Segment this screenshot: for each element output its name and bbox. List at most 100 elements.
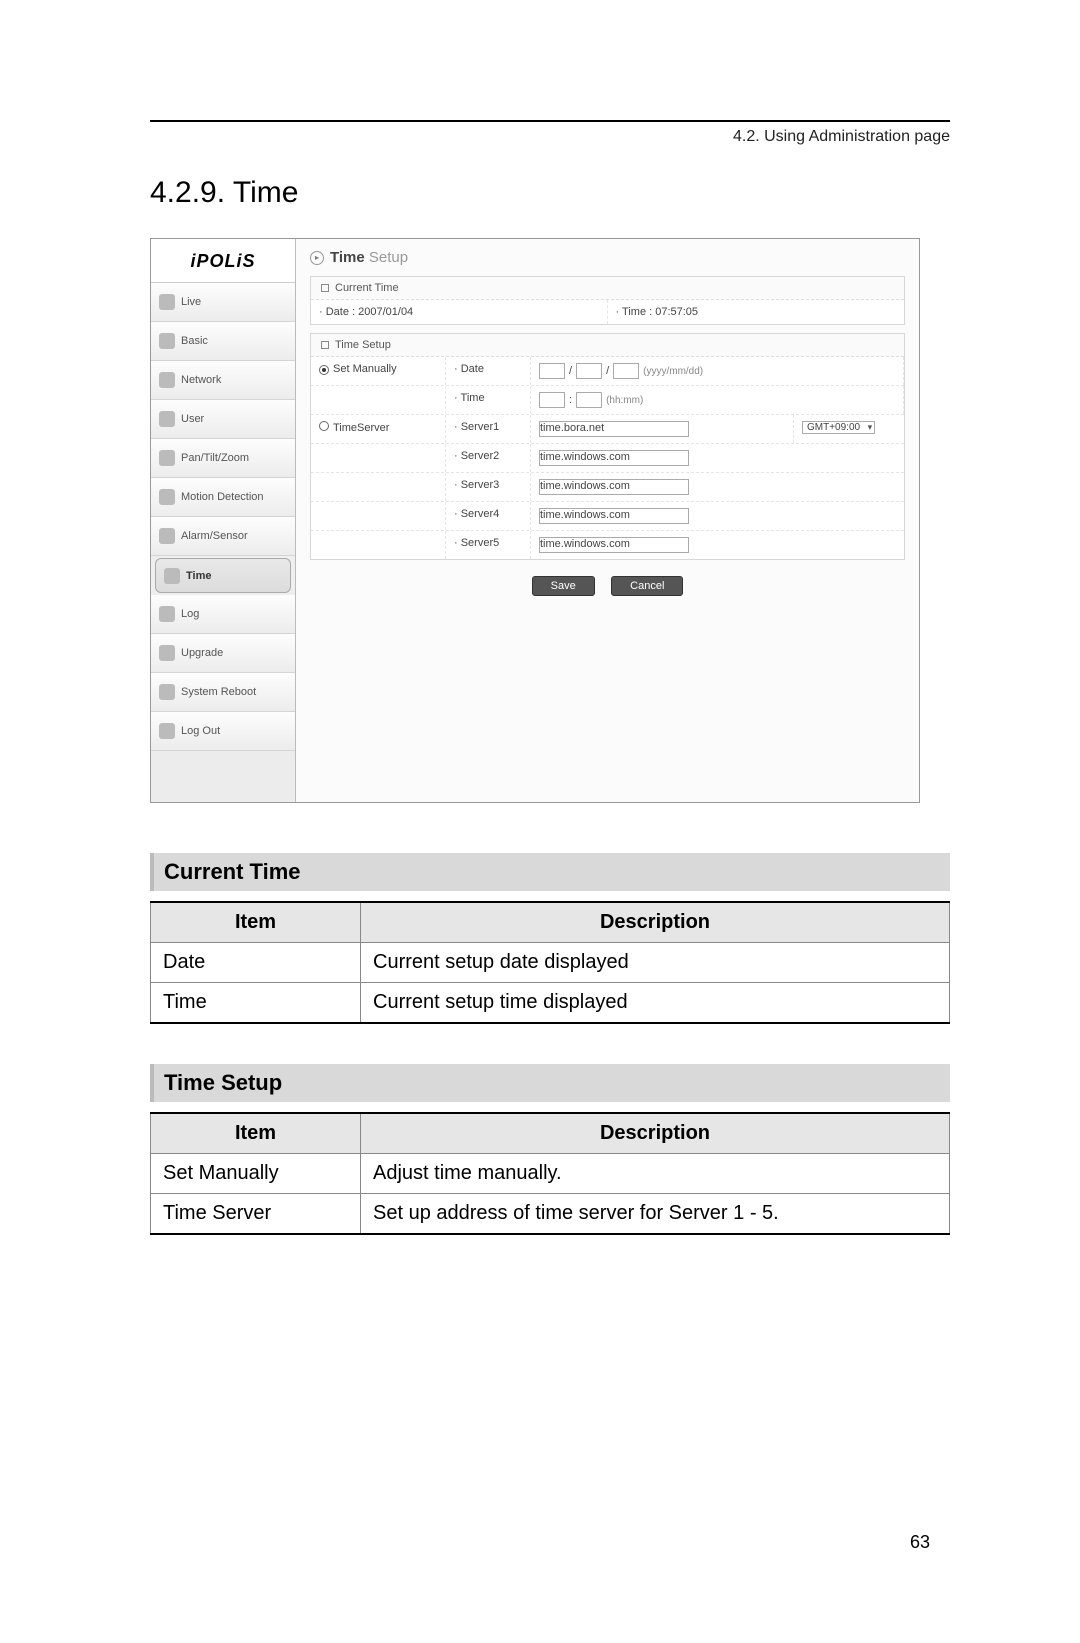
time-setup-heading-text: Time Setup	[335, 339, 391, 351]
table-row: Time Server Set up address of time serve…	[151, 1194, 950, 1235]
sidebar-item-label: Log Out	[181, 725, 220, 737]
timeserver-radio-cell[interactable]: TimeServer	[311, 415, 446, 443]
server2-input[interactable]: time.windows.com	[539, 450, 689, 466]
date-day-input[interactable]	[613, 363, 639, 379]
log-icon	[159, 606, 175, 622]
time-setup-table: Item Description Set Manually Adjust tim…	[150, 1112, 950, 1235]
sidebar-item-label: Upgrade	[181, 647, 223, 659]
user-icon	[159, 411, 175, 427]
upgrade-icon	[159, 645, 175, 661]
network-icon	[159, 372, 175, 388]
sidebar-item-label: Basic	[181, 335, 208, 347]
set-manually-label: Set Manually	[333, 363, 397, 375]
time-setup-panel: Time Setup Set Manually · Date / / (yyyy…	[310, 333, 905, 560]
server4-input[interactable]: time.windows.com	[539, 508, 689, 524]
server3-input[interactable]: time.windows.com	[539, 479, 689, 495]
server1-label: · Server1	[446, 415, 531, 443]
th-item: Item	[151, 1113, 361, 1154]
page-number: 63	[910, 1532, 930, 1553]
sidebar-item-label: User	[181, 413, 204, 425]
server5-label: · Server5	[446, 531, 531, 559]
reboot-icon	[159, 684, 175, 700]
th-item: Item	[151, 902, 361, 943]
radio-set-manually[interactable]	[319, 365, 329, 375]
sidebar-item-motion[interactable]: Motion Detection	[151, 478, 295, 517]
date-month-input[interactable]	[576, 363, 602, 379]
sidebar-item-label: Network	[181, 374, 221, 386]
current-time-table: Item Description Date Current setup date…	[150, 901, 950, 1024]
sidebar-item-label: Alarm/Sensor	[181, 530, 248, 542]
sidebar-item-time[interactable]: Time	[155, 558, 291, 593]
time-icon	[164, 568, 180, 584]
date-year-input[interactable]	[539, 363, 565, 379]
page-title-strong: Time	[330, 249, 365, 266]
sidebar-item-alarm[interactable]: Alarm/Sensor	[151, 517, 295, 556]
sidebar-item-label: Pan/Tilt/Zoom	[181, 452, 249, 464]
empty-cell	[311, 444, 446, 472]
logo: iPOLiS	[151, 239, 295, 283]
sidebar-item-logout[interactable]: Log Out	[151, 712, 295, 751]
timeserver-label: TimeServer	[333, 422, 389, 434]
basic-icon	[159, 333, 175, 349]
td-item: Time Server	[151, 1194, 361, 1235]
server2-label: · Server2	[446, 444, 531, 472]
time-setup-subhead: Time Setup	[150, 1064, 950, 1102]
sidebar-item-reboot[interactable]: System Reboot	[151, 673, 295, 712]
sidebar-item-ptz[interactable]: Pan/Tilt/Zoom	[151, 439, 295, 478]
td-desc: Current setup time displayed	[361, 983, 950, 1024]
section-title: 4.2.9. Time	[150, 176, 950, 210]
sidebar: iPOLiS Live Basic Network User Pan/Tilt/…	[151, 239, 296, 802]
sidebar-item-label: Live	[181, 296, 201, 308]
td-desc: Adjust time manually.	[361, 1154, 950, 1194]
sidebar-item-basic[interactable]: Basic	[151, 322, 295, 361]
set-manually-radio-cell[interactable]: Set Manually	[311, 357, 446, 385]
empty-cell	[311, 502, 446, 530]
tz-select[interactable]: GMT+09:00	[802, 421, 875, 434]
table-row: Date Current setup date displayed	[151, 943, 950, 983]
time-hour-input[interactable]	[539, 392, 565, 408]
running-header: 4.2. Using Administration page	[150, 128, 950, 146]
sidebar-item-label: System Reboot	[181, 686, 256, 698]
page-title-light: Setup	[369, 249, 408, 266]
save-button[interactable]: Save	[532, 576, 595, 596]
current-time-heading: Current Time	[311, 277, 904, 300]
current-time-value: · Time : 07:57:05	[608, 300, 905, 324]
sidebar-item-label: Time	[186, 570, 211, 582]
radio-timeserver[interactable]	[319, 421, 329, 431]
sidebar-item-live[interactable]: Live	[151, 283, 295, 322]
sidebar-item-user[interactable]: User	[151, 400, 295, 439]
server1-input[interactable]: time.bora.net	[539, 421, 689, 437]
top-rule	[150, 120, 950, 122]
live-icon	[159, 294, 175, 310]
server3-label: · Server3	[446, 473, 531, 501]
current-time-subhead: Current Time	[150, 853, 950, 891]
cancel-button[interactable]: Cancel	[611, 576, 683, 596]
sidebar-item-network[interactable]: Network	[151, 361, 295, 400]
current-date-value: · Date : 2007/01/04	[311, 300, 608, 324]
ptz-icon	[159, 450, 175, 466]
alarm-icon	[159, 528, 175, 544]
square-icon	[321, 284, 329, 292]
th-desc: Description	[361, 1113, 950, 1154]
logout-icon	[159, 723, 175, 739]
time-hint: (hh:mm)	[606, 395, 643, 406]
date-hint: (yyyy/mm/dd)	[643, 366, 703, 377]
sidebar-item-log[interactable]: Log	[151, 595, 295, 634]
square-icon	[321, 341, 329, 349]
table-row: Time Current setup time displayed	[151, 983, 950, 1024]
td-desc: Set up address of time server for Server…	[361, 1194, 950, 1235]
server4-label: · Server4	[446, 502, 531, 530]
current-time-panel: Current Time · Date : 2007/01/04 · Time …	[310, 276, 905, 325]
empty-cell	[311, 473, 446, 501]
empty-cell	[311, 531, 446, 559]
sidebar-item-upgrade[interactable]: Upgrade	[151, 634, 295, 673]
server5-input[interactable]: time.windows.com	[539, 537, 689, 553]
current-time-heading-text: Current Time	[335, 282, 399, 294]
screenshot-figure: iPOLiS Live Basic Network User Pan/Tilt/…	[150, 238, 920, 803]
time-min-input[interactable]	[576, 392, 602, 408]
table-row: Set Manually Adjust time manually.	[151, 1154, 950, 1194]
td-item: Date	[151, 943, 361, 983]
motion-icon	[159, 489, 175, 505]
date-inputs: / / (yyyy/mm/dd)	[531, 357, 904, 385]
time-setup-heading: Time Setup	[311, 334, 904, 357]
